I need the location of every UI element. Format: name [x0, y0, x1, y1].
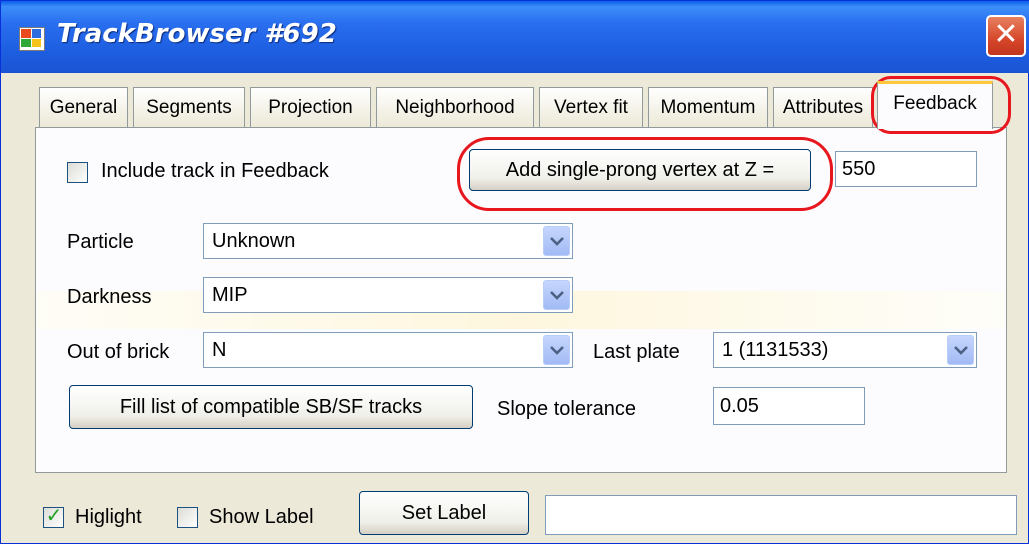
slope-tolerance-input[interactable]: 0.05: [713, 387, 865, 425]
chevron-down-icon[interactable]: [543, 335, 570, 365]
fill-compatible-tracks-button[interactable]: Fill list of compatible SB/SF tracks: [69, 385, 473, 429]
z-value-input[interactable]: 550: [835, 151, 977, 187]
include-track-label: Include track in Feedback: [101, 160, 329, 182]
show-label-checkbox[interactable]: [177, 507, 198, 528]
chevron-down-icon[interactable]: [947, 335, 974, 365]
tab-attributes[interactable]: Attributes: [773, 87, 873, 127]
tab-momentum[interactable]: Momentum: [648, 87, 768, 127]
close-button[interactable]: ✕: [986, 15, 1026, 57]
darkness-value: MIP: [212, 284, 248, 306]
out-of-brick-label: Out of brick: [67, 341, 170, 363]
close-icon: ✕: [993, 17, 1019, 52]
tab-feedback[interactable]: Feedback: [877, 81, 993, 129]
tab-vertex-fit[interactable]: Vertex fit: [539, 87, 643, 127]
label-text-input[interactable]: [545, 495, 1017, 535]
darkness-label: Darkness: [67, 286, 152, 308]
darkness-select[interactable]: MIP: [203, 277, 573, 313]
last-plate-label: Last plate: [593, 341, 680, 363]
include-track-checkbox[interactable]: [67, 162, 88, 183]
chevron-down-icon[interactable]: [543, 226, 570, 256]
out-of-brick-value: N: [212, 339, 227, 361]
title-bar[interactable]: TrackBrowser #692 ✕: [1, 1, 1029, 73]
tab-projection[interactable]: Projection: [250, 87, 371, 127]
set-label-button[interactable]: Set Label: [359, 491, 529, 535]
tab-general[interactable]: General: [39, 87, 128, 127]
particle-select[interactable]: Unknown: [203, 223, 573, 259]
particle-label: Particle: [67, 231, 134, 253]
chevron-down-icon[interactable]: [543, 280, 570, 310]
last-plate-value: 1 (1131533): [722, 339, 829, 361]
out-of-brick-select[interactable]: N: [203, 332, 573, 368]
window-title: TrackBrowser #692: [57, 19, 337, 49]
app-window-icon: [19, 27, 45, 51]
add-single-prong-vertex-button[interactable]: Add single-prong vertex at Z =: [469, 149, 811, 191]
trackbrowser-window: TrackBrowser #692 ✕ General Segments Pro…: [0, 0, 1029, 544]
last-plate-select[interactable]: 1 (1131533): [713, 332, 977, 368]
particle-value: Unknown: [212, 230, 296, 252]
highlight-label: Higlight: [75, 506, 142, 528]
slope-tolerance-label: Slope tolerance: [497, 398, 636, 420]
highlight-checkbox[interactable]: ✓: [43, 503, 64, 528]
tab-segments[interactable]: Segments: [133, 87, 245, 127]
tab-neighborhood[interactable]: Neighborhood: [376, 87, 534, 127]
checkmark-icon: ✓: [45, 503, 63, 527]
show-label-label: Show Label: [209, 506, 314, 528]
